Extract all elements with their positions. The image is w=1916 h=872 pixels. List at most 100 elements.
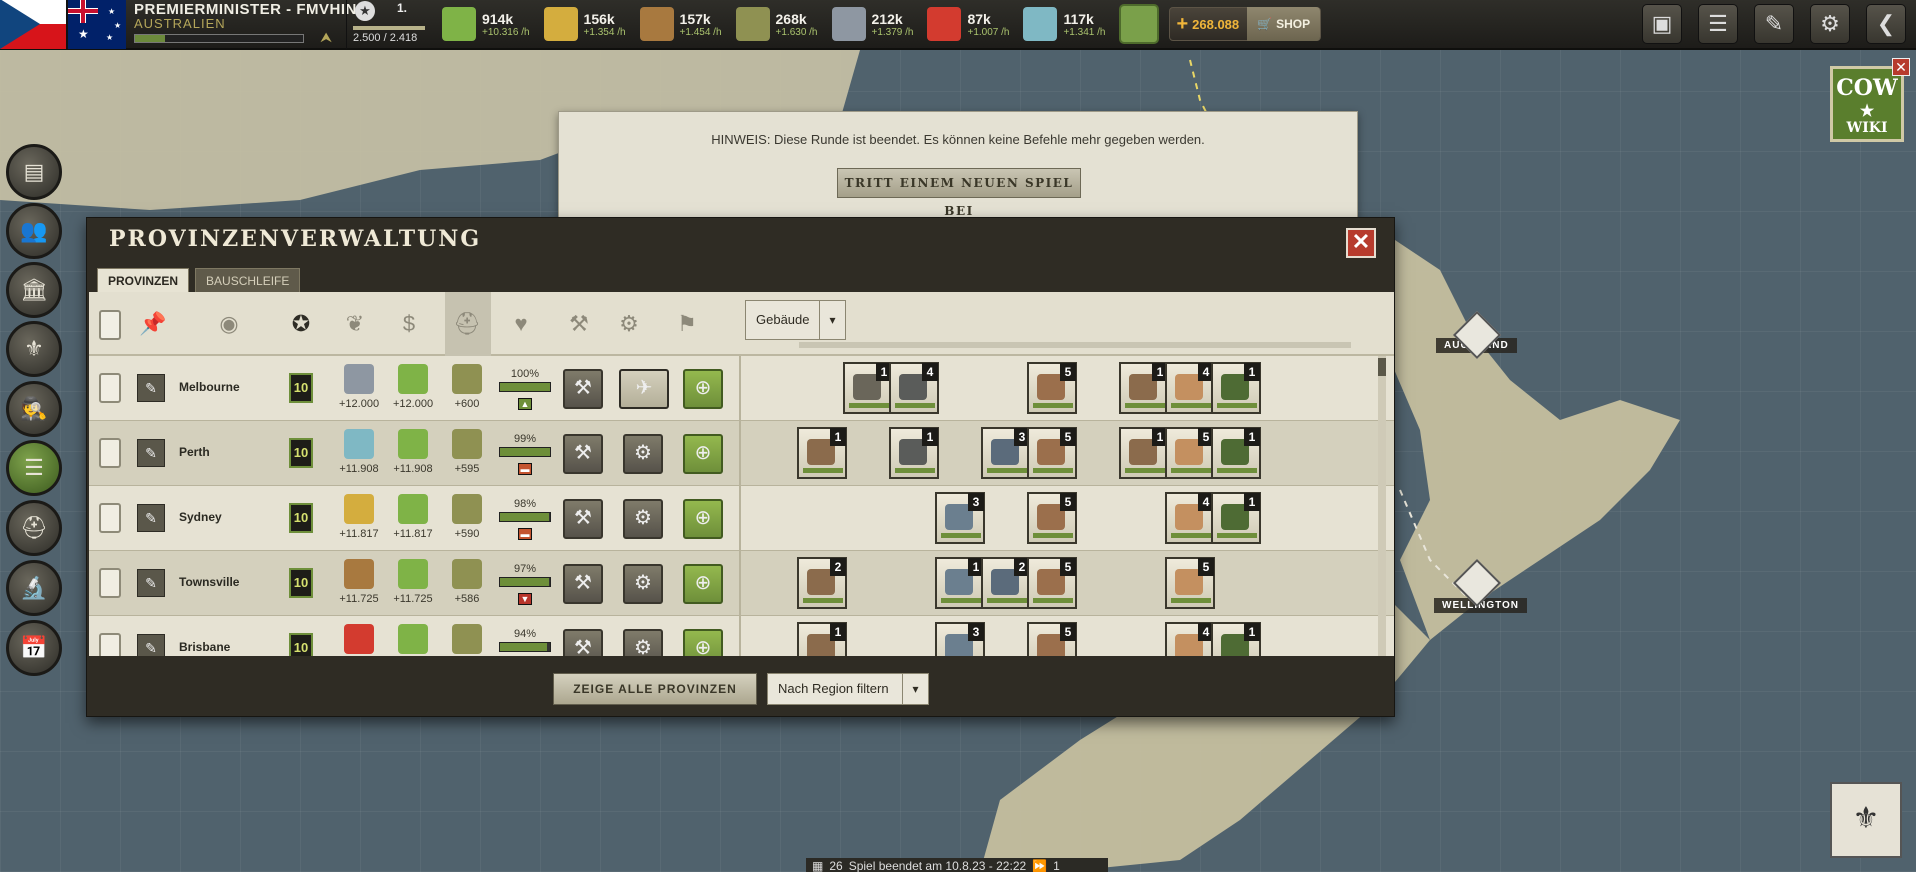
tab-build-queue[interactable]: BAUSCHLEIFE bbox=[195, 268, 301, 292]
helmet-sort-icon[interactable]: ⛑ bbox=[453, 310, 481, 338]
build-button[interactable]: ⚒ bbox=[563, 434, 603, 474]
close-icon[interactable]: ✕ bbox=[1346, 228, 1376, 258]
location-sort-icon[interactable]: ◉ bbox=[215, 310, 243, 338]
building-filter-dropdown[interactable]: Gebäude ▾ bbox=[745, 300, 846, 340]
hq-building[interactable]: 3 bbox=[981, 427, 1031, 479]
table-row[interactable]: ✎ Melbourne 10 +12.000 +12.000 +600 100% ▲ ⚒ ✈ ⊕ 1 4… bbox=[89, 356, 1394, 421]
region-filter-dropdown[interactable]: Nach Region filtern ▾ bbox=[767, 673, 929, 705]
australia-flag-icon[interactable]: ★ ★ ★ ★ bbox=[66, 0, 126, 49]
row-checkbox[interactable] bbox=[99, 503, 121, 533]
money-sort-icon[interactable]: $ bbox=[395, 310, 423, 338]
build-button[interactable]: ⚒ bbox=[563, 369, 603, 409]
tab-provinces[interactable]: PROVINZEN bbox=[97, 268, 190, 292]
table-scrollbar[interactable] bbox=[1378, 356, 1386, 656]
army-helmet-icon[interactable]: ⛑ bbox=[6, 500, 62, 556]
bunker-building[interactable]: 5 bbox=[1027, 492, 1077, 544]
airfield-building[interactable]: 1 bbox=[889, 427, 939, 479]
factory-building[interactable]: 1 bbox=[1119, 427, 1169, 479]
alliance-icon[interactable]: ⚜ bbox=[6, 321, 62, 377]
bread-building[interactable]: 5 bbox=[1165, 427, 1215, 479]
gear-icon[interactable]: ⚙ bbox=[623, 629, 663, 656]
research-microscope-icon[interactable]: 🔬 bbox=[6, 560, 62, 616]
resource-helmet[interactable]: 268k +1.630 /h bbox=[732, 0, 822, 49]
ranking-box[interactable]: ★ 1. 2.500 / 2.418 bbox=[346, 0, 432, 49]
flag-sort-icon[interactable]: ⚑ bbox=[673, 310, 701, 338]
bread-building[interactable]: 4 bbox=[1165, 362, 1215, 414]
pin-sort-icon[interactable]: 📌 bbox=[139, 310, 167, 338]
nation-emblem-icon[interactable]: ⚜ bbox=[1830, 782, 1902, 858]
naval-base-building[interactable]: 3 bbox=[935, 622, 985, 656]
factory-building[interactable]: 1 bbox=[1119, 362, 1169, 414]
province-name[interactable]: Brisbane bbox=[179, 640, 230, 654]
bunker-building[interactable]: 5 bbox=[1027, 427, 1077, 479]
barracks-building[interactable]: 2 bbox=[797, 557, 847, 609]
build-button[interactable]: ⚒ bbox=[563, 499, 603, 539]
pin-icon[interactable]: ✎ bbox=[137, 439, 165, 467]
barracks-building[interactable]: 1 bbox=[797, 427, 847, 479]
bread-building[interactable]: 4 bbox=[1165, 492, 1215, 544]
back-arrow-icon[interactable]: ❮ bbox=[1866, 4, 1906, 44]
province-name[interactable]: Townsville bbox=[179, 575, 239, 589]
row-checkbox[interactable] bbox=[99, 373, 121, 403]
resource-money[interactable]: 914k +10.316 /h bbox=[438, 0, 534, 49]
building-slot-header[interactable] bbox=[1167, 342, 1213, 348]
province-name[interactable]: Sydney bbox=[179, 510, 222, 524]
building-slot-header[interactable] bbox=[845, 342, 891, 348]
cow-wiki-button[interactable]: COW ★ WIKI bbox=[1830, 66, 1904, 142]
building-slot-header[interactable] bbox=[1213, 342, 1259, 348]
province-name[interactable]: Melbourne bbox=[179, 380, 240, 394]
table-row[interactable]: ✎ Sydney 10 +11.817 +11.817 +590 98% ▬ ⚒ ⚙ ⊕ 3 5 4 1 bbox=[89, 486, 1394, 551]
resource-crate[interactable]: 157k +1.454 /h bbox=[636, 0, 726, 49]
sliders-icon[interactable]: ☰ bbox=[1698, 4, 1738, 44]
table-row[interactable]: ✎ Brisbane 10 94% ⚒ ⚙ ⊕ 1 3 5 4 1 bbox=[89, 616, 1394, 656]
build-button[interactable]: ⚒ bbox=[563, 564, 603, 604]
barracks-building[interactable]: 1 bbox=[797, 622, 847, 656]
building-slot-header[interactable] bbox=[1075, 342, 1121, 348]
resource-rare-material[interactable]: 117k +1.341 /h bbox=[1019, 0, 1109, 49]
airfield-building[interactable]: 4 bbox=[889, 362, 939, 414]
resource-steel[interactable]: 212k +1.379 /h bbox=[828, 0, 918, 49]
morale-sort-icon[interactable]: ♥ bbox=[507, 310, 535, 338]
gear-icon[interactable]: ⚙ bbox=[1810, 4, 1850, 44]
aa-gun-building[interactable]: 1 bbox=[1211, 492, 1261, 544]
building-slot-header[interactable] bbox=[983, 342, 1029, 348]
aa-gun-building[interactable]: 1 bbox=[1211, 362, 1261, 414]
province-name[interactable]: Perth bbox=[179, 445, 210, 459]
building-slot-header[interactable] bbox=[1305, 342, 1351, 348]
resource-grain[interactable]: 156k +1.354 /h bbox=[540, 0, 630, 49]
news-icon[interactable]: ▤ bbox=[6, 144, 62, 200]
inventory-icon[interactable]: ▣ bbox=[1642, 4, 1682, 44]
table-row[interactable]: ✎ Perth 10 +11.908 +11.908 +595 99% ▬ ⚒ ⚙ ⊕ 1 1 3 5 1 5 1 bbox=[89, 421, 1394, 486]
add-building-button[interactable]: ⊕ bbox=[683, 499, 723, 539]
calendar-icon[interactable]: 📅 bbox=[6, 620, 62, 676]
province-list-icon[interactable]: ☰ bbox=[6, 440, 62, 496]
pin-icon[interactable]: ✎ bbox=[137, 569, 165, 597]
grain-sort-icon[interactable]: ❦ bbox=[341, 310, 369, 338]
building-slot-header[interactable] bbox=[1259, 342, 1305, 348]
pin-icon[interactable]: ✎ bbox=[137, 504, 165, 532]
hq-building[interactable]: 2 bbox=[981, 557, 1031, 609]
player-profile[interactable]: PREMIERMINISTER - FMVHIN... AUSTRALIEN ⮝ bbox=[126, 0, 370, 49]
join-new-game-button[interactable]: TRITT EINEM NEUEN SPIEL BEI bbox=[837, 168, 1081, 218]
building-slot-header[interactable] bbox=[799, 342, 845, 348]
naval-base-building[interactable]: 3 bbox=[935, 492, 985, 544]
add-building-button[interactable]: ⊕ bbox=[683, 629, 723, 656]
backpack-button[interactable] bbox=[1119, 4, 1160, 44]
fast-forward-icon[interactable]: ⏩ bbox=[1032, 859, 1047, 872]
row-checkbox[interactable] bbox=[99, 568, 121, 598]
bank-icon[interactable]: 🏛 bbox=[6, 262, 62, 318]
shop-button[interactable]: 🛒 SHOP bbox=[1247, 7, 1321, 41]
bread-building[interactable]: 4 bbox=[1165, 622, 1215, 656]
spy-icon[interactable]: 🕵 bbox=[6, 381, 62, 437]
add-building-button[interactable]: ⊕ bbox=[683, 369, 723, 409]
aa-gun-building[interactable]: 1 bbox=[1211, 427, 1261, 479]
building-slot-header[interactable] bbox=[937, 342, 983, 348]
row-checkbox[interactable] bbox=[99, 633, 121, 656]
production-sort-icon[interactable]: ⚙ bbox=[615, 310, 643, 338]
bunker-building[interactable]: 5 bbox=[1027, 557, 1077, 609]
pin-icon[interactable]: ✎ bbox=[1754, 4, 1794, 44]
close-icon[interactable]: ✕ bbox=[1892, 58, 1910, 76]
build-button[interactable]: ⚒ bbox=[563, 629, 603, 656]
gear-icon[interactable]: ⚙ bbox=[623, 434, 663, 474]
resource-fuel[interactable]: 87k +1.007 /h bbox=[923, 0, 1013, 49]
